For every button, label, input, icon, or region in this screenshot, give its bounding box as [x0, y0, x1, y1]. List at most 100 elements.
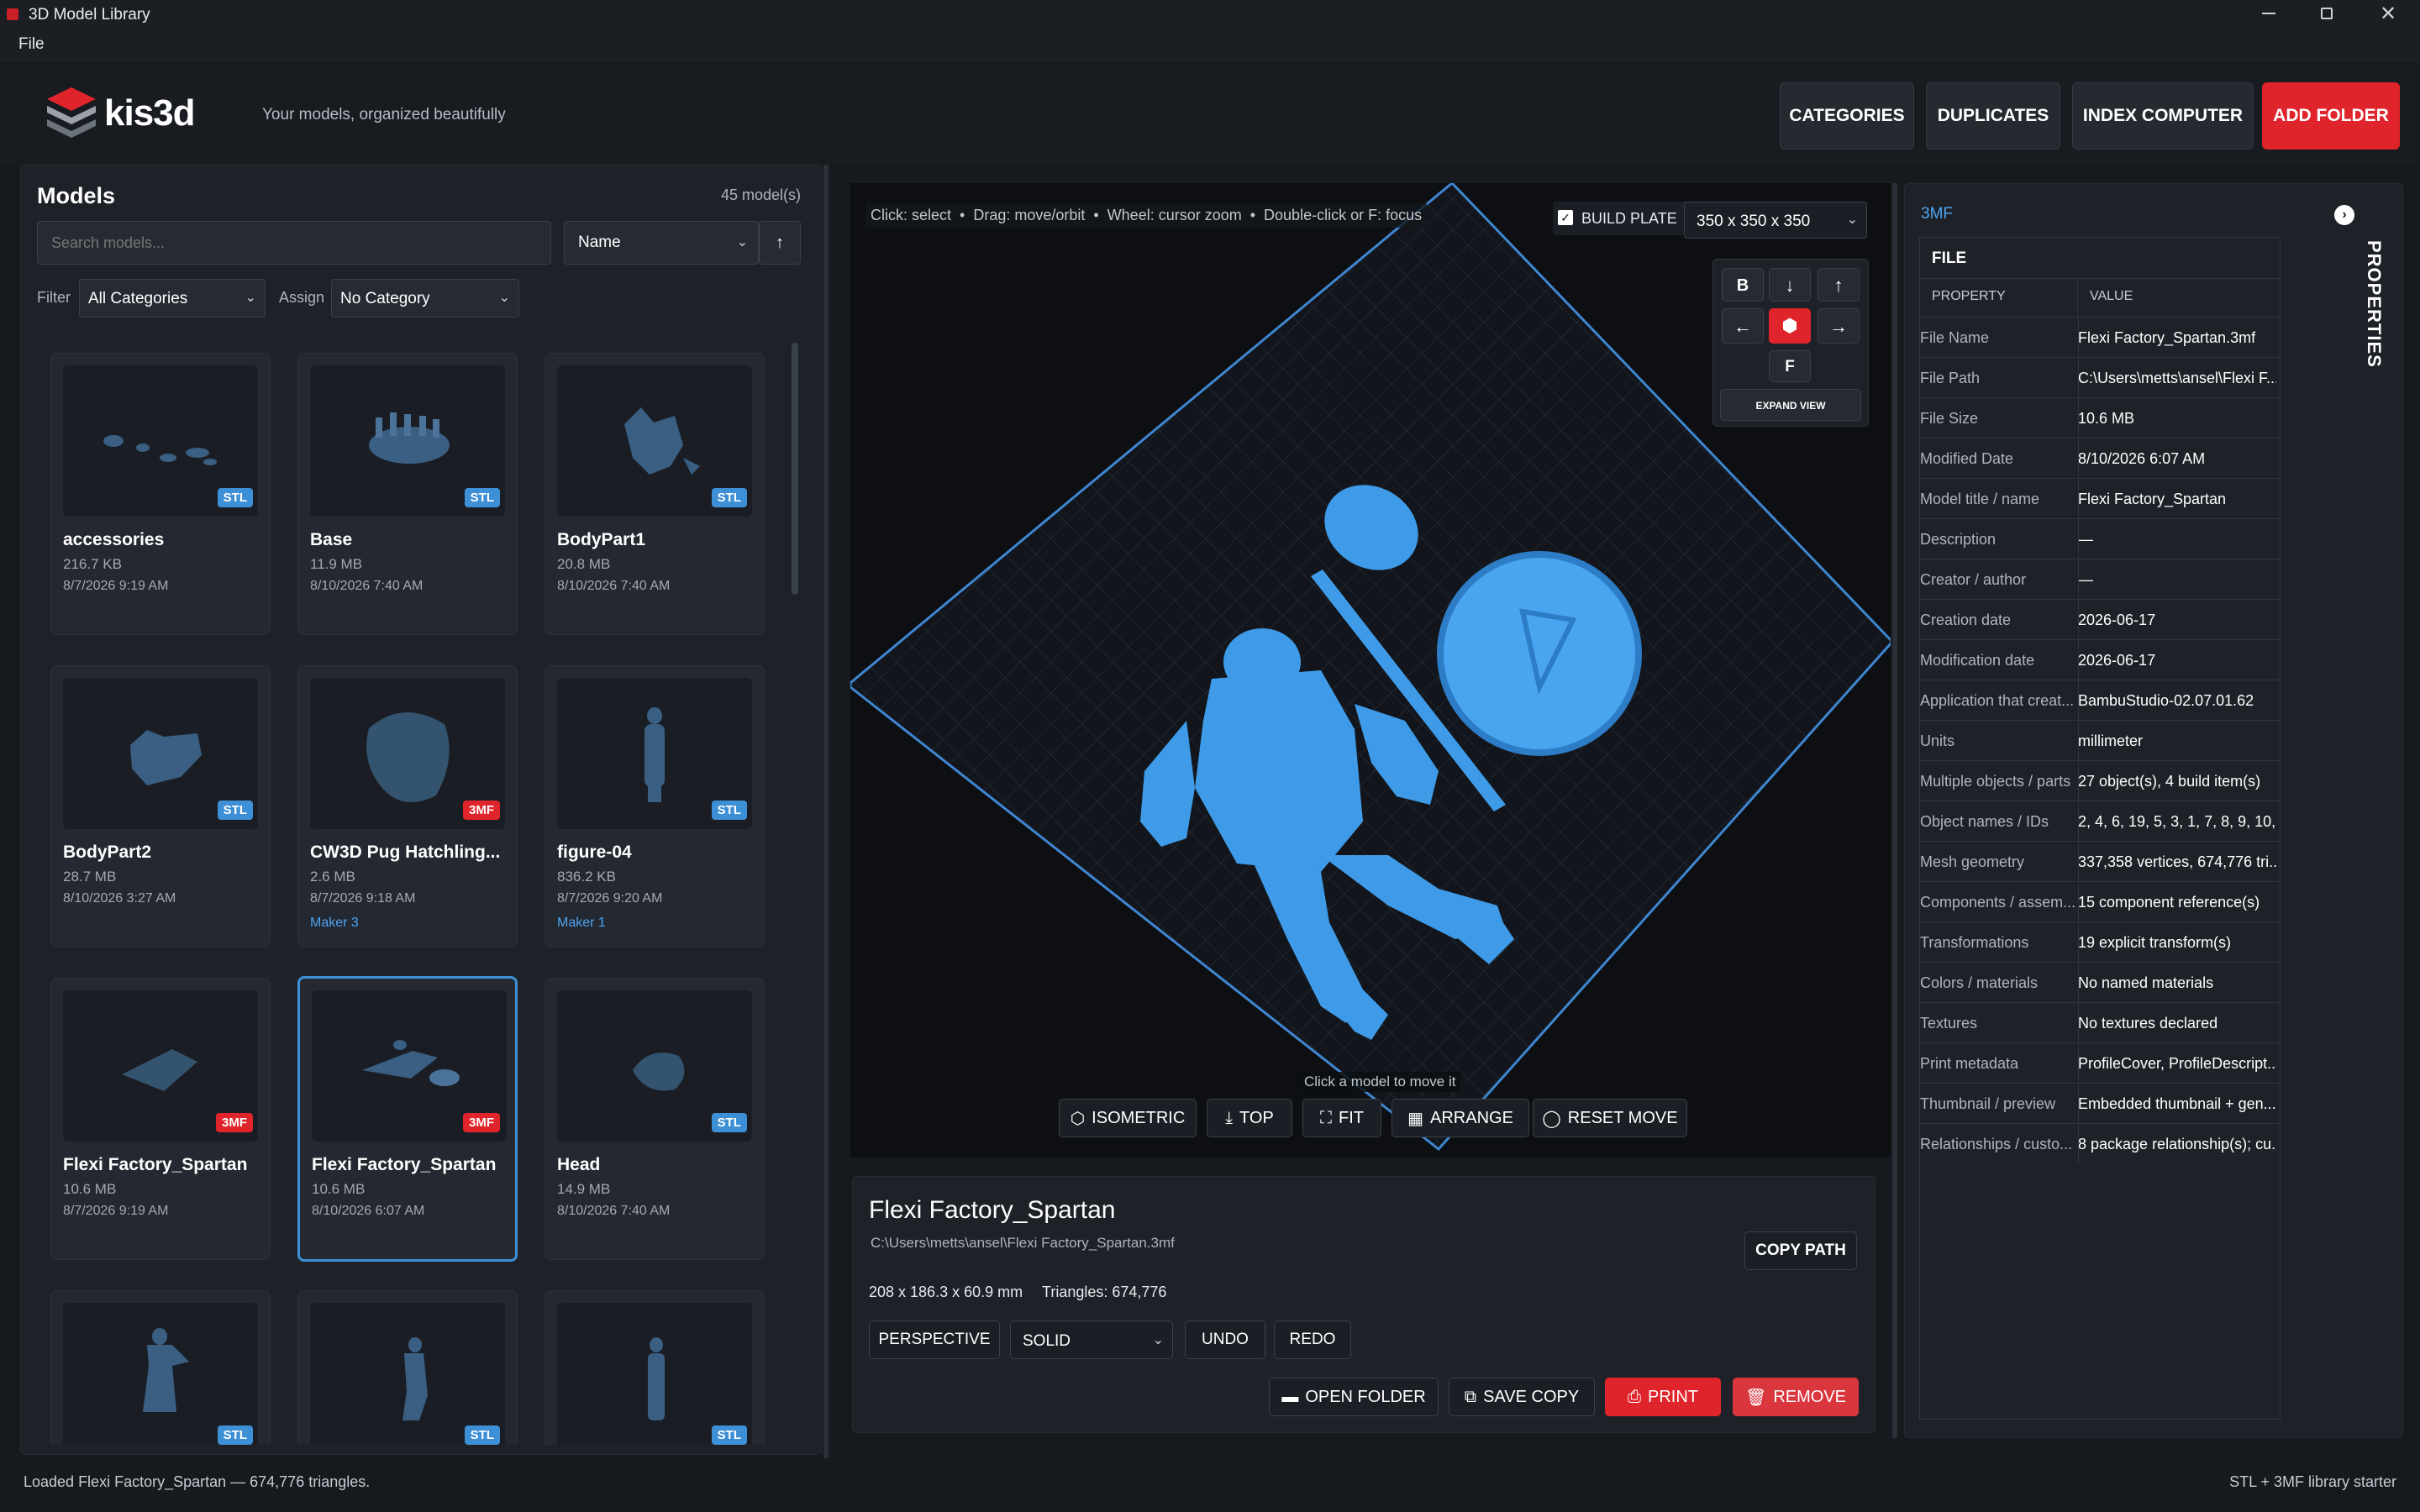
top-view-button[interactable]: ⤓ TOP [1207, 1099, 1292, 1137]
model-card[interactable]: STL [297, 1290, 518, 1445]
fit-label: FIT [1339, 1108, 1364, 1127]
build-plate-select[interactable]: 350 x 350 x 350 ⌄ [1684, 202, 1867, 239]
arrow-left-icon[interactable]: ← [1722, 308, 1764, 344]
chevron-down-icon: ⌄ [245, 291, 256, 305]
model-size: 14.9 MB [557, 1181, 611, 1197]
model-card[interactable]: STL BodyPart2 28.7 MB 8/10/2026 3:27 AM [50, 665, 271, 948]
model-card[interactable]: STL [544, 1290, 765, 1445]
index-computer-button[interactable]: INDEX COMPUTER [2072, 82, 2254, 150]
column-header-property: PROPERTY [1920, 278, 2078, 317]
title-bar: 3D Model Library ✕ [0, 0, 2420, 29]
reset-move-button[interactable]: ◯ RESET MOVE [1533, 1099, 1687, 1137]
model-card[interactable]: 3MF CW3D Pug Hatchling... 2.6 MB 8/7/202… [297, 665, 518, 948]
model-card-selected[interactable]: 3MF Flexi Factory_Spartan 10.6 MB 8/10/2… [297, 976, 518, 1262]
model-grid-scrollbar[interactable] [792, 343, 798, 595]
model-card[interactable]: STL figure-04 836.2 KB 8/7/2026 9:20 AM … [544, 665, 765, 948]
menu-file[interactable]: File [18, 35, 45, 54]
format-badge: STL [464, 488, 500, 507]
property-row: Multiple objects / parts 27 object(s), 4 … [1920, 760, 2280, 801]
search-input[interactable] [37, 221, 551, 265]
property-value: No textures declared [2078, 1015, 2218, 1032]
minimize-icon[interactable] [2262, 13, 2275, 14]
shading-select[interactable]: SOLID ⌄ [1010, 1320, 1173, 1359]
maker-link[interactable]: Maker 3 [310, 916, 359, 931]
open-folder-button[interactable]: ▬ OPEN FOLDER [1269, 1378, 1439, 1416]
assign-select-value: No Category [340, 290, 430, 307]
format-label: 3MF [1921, 205, 1953, 223]
arrange-button[interactable]: ▦ ARRANGE [1392, 1099, 1529, 1137]
isometric-button[interactable]: ⬡ ISOMETRIC [1059, 1099, 1197, 1137]
circle-icon: ◯ [1542, 1109, 1561, 1128]
model-grid: STL accessories 216.7 KB 8/7/2026 9:19 A… [20, 336, 776, 1445]
filter-label: Filter [37, 289, 71, 306]
model-name: BodyPart1 [557, 530, 646, 549]
copy-path-button[interactable]: COPY PATH [1744, 1231, 1857, 1270]
model-card[interactable]: STL [50, 1290, 271, 1445]
property-value: C:\Users\metts\ansel\Flexi F... [2078, 370, 2276, 386]
sort-select[interactable]: Name ⌄ [564, 221, 759, 265]
property-value: 8/10/2026 6:07 AM [2078, 450, 2206, 467]
status-left: Loaded Flexi Factory_Spartan — 674,776 t… [24, 1473, 371, 1490]
close-icon[interactable]: ✕ [2380, 2, 2396, 26]
arrow-right-icon[interactable]: → [1818, 308, 1860, 344]
property-value: 19 explicit transform(s) [2078, 934, 2232, 951]
open-folder-label: OPEN FOLDER [1305, 1387, 1426, 1406]
grid-icon: ▦ [1407, 1109, 1423, 1128]
top-label: TOP [1239, 1108, 1274, 1127]
assign-select[interactable]: No Category ⌄ [331, 279, 519, 318]
model-card[interactable]: STL accessories 216.7 KB 8/7/2026 9:19 A… [50, 353, 271, 635]
chevron-down-icon: ⌄ [736, 235, 748, 249]
property-key: Transformations [1920, 934, 2029, 951]
build-plate-toggle[interactable]: ✓ BUILD PLATE [1553, 202, 1697, 235]
app-icon [7, 8, 18, 20]
restore-icon[interactable] [2321, 8, 2333, 19]
chevron-down-icon: ⌄ [1152, 1333, 1164, 1347]
print-button[interactable]: ⎙ PRINT [1605, 1378, 1721, 1416]
move-hint: Click a model to move it [1299, 1072, 1461, 1092]
property-value: ProfileCover, ProfileDescript... [2078, 1055, 2276, 1072]
model-thumbnail [63, 1303, 258, 1445]
model-date: 8/10/2026 6:07 AM [312, 1204, 425, 1218]
view-focus-button[interactable]: F [1769, 350, 1811, 382]
model-date: 8/7/2026 9:19 AM [63, 579, 169, 593]
printer-icon: ⎙ [1628, 1387, 1641, 1406]
collapse-properties-icon[interactable]: › [2334, 205, 2354, 225]
format-badge: STL [711, 801, 747, 820]
copy-icon: ⧉ [1464, 1387, 1477, 1406]
undo-button[interactable]: UNDO [1185, 1320, 1265, 1359]
model-date: 8/10/2026 7:40 AM [557, 1204, 671, 1218]
cube-icon: ⬡ [1070, 1109, 1086, 1128]
maker-link[interactable]: Maker 1 [557, 916, 606, 931]
model-card[interactable]: STL Head 14.9 MB 8/10/2026 7:40 AM [544, 978, 765, 1260]
property-key: Creator / author [1920, 571, 2027, 588]
property-value: BambuStudio-02.07.01.62 [2078, 692, 2254, 709]
expand-view-button[interactable]: EXPAND VIEW [1720, 389, 1861, 421]
add-folder-button[interactable]: ADD FOLDER [2262, 82, 2400, 150]
sort-direction-button[interactable]: ↑ [759, 221, 801, 265]
logo-icon [47, 87, 96, 138]
categories-button[interactable]: CATEGORIES [1780, 82, 1914, 150]
cube-home-icon[interactable]: ⬢ [1769, 308, 1811, 344]
redo-button[interactable]: REDO [1274, 1320, 1351, 1359]
view-back-button[interactable]: B [1722, 268, 1764, 302]
remove-button[interactable]: 🗑 REMOVE [1733, 1378, 1859, 1416]
model-card[interactable]: 3MF Flexi Factory_Spartan 10.6 MB 8/7/20… [50, 978, 271, 1260]
viewport-hint: Click: select • Drag: move/orbit • Wheel… [865, 203, 1428, 228]
property-value: 10.6 MB [2078, 410, 2135, 427]
save-copy-button[interactable]: ⧉ SAVE COPY [1449, 1378, 1595, 1416]
perspective-button[interactable]: PERSPECTIVE [869, 1320, 1000, 1359]
filter-select[interactable]: All Categories ⌄ [79, 279, 266, 318]
arrow-up-icon[interactable]: ↑ [1818, 268, 1860, 302]
model-name: accessories [63, 530, 165, 549]
fit-button[interactable]: ⛶ FIT [1302, 1099, 1381, 1137]
property-value: Flexi Factory_Spartan.3mf [2078, 329, 2256, 346]
model-card[interactable]: STL BodyPart1 20.8 MB 8/10/2026 7:40 AM [544, 353, 765, 635]
model-card[interactable]: STL Base 11.9 MB 8/10/2026 7:40 AM [297, 353, 518, 635]
panel-splitter[interactable] [823, 165, 829, 1458]
viewport-3d[interactable]: Click: select • Drag: move/orbit • Wheel… [850, 183, 1891, 1158]
property-row: Description — [1920, 518, 2280, 559]
panel-splitter[interactable] [1892, 183, 1897, 1438]
arrow-down-icon[interactable]: ↓ [1769, 268, 1811, 302]
print-label: PRINT [1648, 1387, 1698, 1406]
duplicates-button[interactable]: DUPLICATES [1926, 82, 2060, 150]
